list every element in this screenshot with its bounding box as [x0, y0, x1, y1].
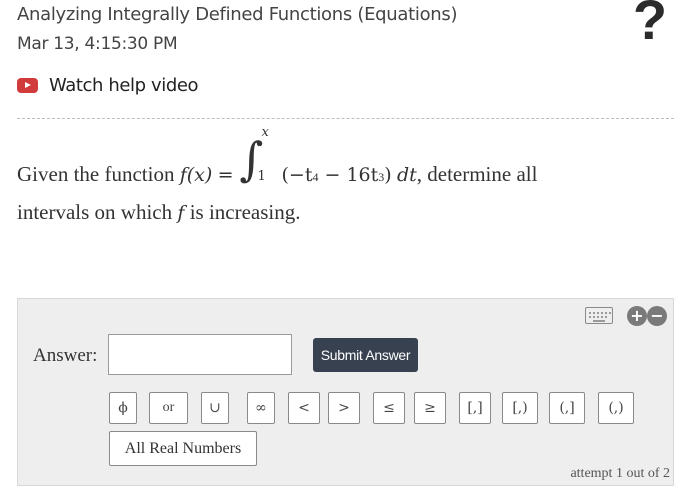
- symbol-open-closed-interval-button[interactable]: (,]: [549, 392, 585, 424]
- video-play-icon: [17, 77, 38, 93]
- question-line-2: intervals on which f is increasing.: [17, 200, 301, 225]
- integrand-mid: − 16t: [318, 164, 379, 186]
- question-line-1: Given the function f (x) = ∫ x 1 (−t 4 − …: [17, 125, 538, 187]
- submit-answer-button[interactable]: Submit Answer: [313, 338, 418, 372]
- timestamp: Mar 13, 4:15:30 PM: [17, 34, 178, 54]
- integrand-close: ): [384, 164, 392, 186]
- function-name: f: [179, 164, 187, 186]
- minus-icon[interactable]: −: [647, 306, 667, 326]
- symbol-open-interval-button[interactable]: (,): [598, 392, 634, 424]
- keyboard-icon[interactable]: [585, 307, 613, 324]
- symbol-or-button[interactable]: or: [149, 392, 188, 424]
- question-tail: , determine all: [416, 162, 538, 186]
- differential: dt: [396, 164, 417, 186]
- integral-upper-limit: x: [261, 125, 269, 140]
- symbol-less-than-button[interactable]: <: [288, 392, 320, 424]
- equals-sign: =: [217, 164, 234, 186]
- symbol-closed-interval-button[interactable]: [,]: [459, 392, 491, 424]
- function-arg: (x): [186, 164, 213, 186]
- question-line2-end: is increasing.: [189, 200, 301, 224]
- symbol-less-equal-button[interactable]: ≤: [373, 392, 405, 424]
- watch-help-video-link[interactable]: Watch help video: [17, 72, 199, 98]
- symbol-union-button[interactable]: ∪: [201, 392, 229, 424]
- help-icon[interactable]: ?: [630, 0, 670, 47]
- integrand-open: (−t: [281, 164, 313, 186]
- symbol-greater-equal-button[interactable]: ≥: [414, 392, 446, 424]
- integral-lower-limit: 1: [257, 169, 266, 184]
- symbol-closed-open-interval-button[interactable]: [,): [502, 392, 538, 424]
- divider: [17, 118, 674, 119]
- question-line2-start: intervals on which: [17, 200, 173, 224]
- topic-title: Analyzing Integrally Defined Functions (…: [17, 4, 458, 25]
- question-line2-var: f: [177, 202, 185, 224]
- integral: ∫ x 1: [237, 125, 277, 186]
- question-intro: Given the function: [17, 162, 175, 186]
- symbol-greater-than-button[interactable]: >: [328, 392, 360, 424]
- plus-icon[interactable]: +: [627, 306, 647, 326]
- answer-panel: + − Answer: Submit Answer ϕ or ∪ ∞ < > ≤…: [17, 298, 674, 486]
- answer-label: Answer:: [33, 345, 98, 366]
- answer-input[interactable]: [108, 334, 292, 375]
- video-link-label: Watch help video: [49, 74, 199, 96]
- symbol-infinity-button[interactable]: ∞: [247, 392, 275, 424]
- attempt-counter: attempt 1 out of 2: [570, 466, 670, 481]
- symbol-empty-set-button[interactable]: ϕ: [109, 392, 137, 424]
- all-real-numbers-button[interactable]: All Real Numbers: [109, 431, 257, 466]
